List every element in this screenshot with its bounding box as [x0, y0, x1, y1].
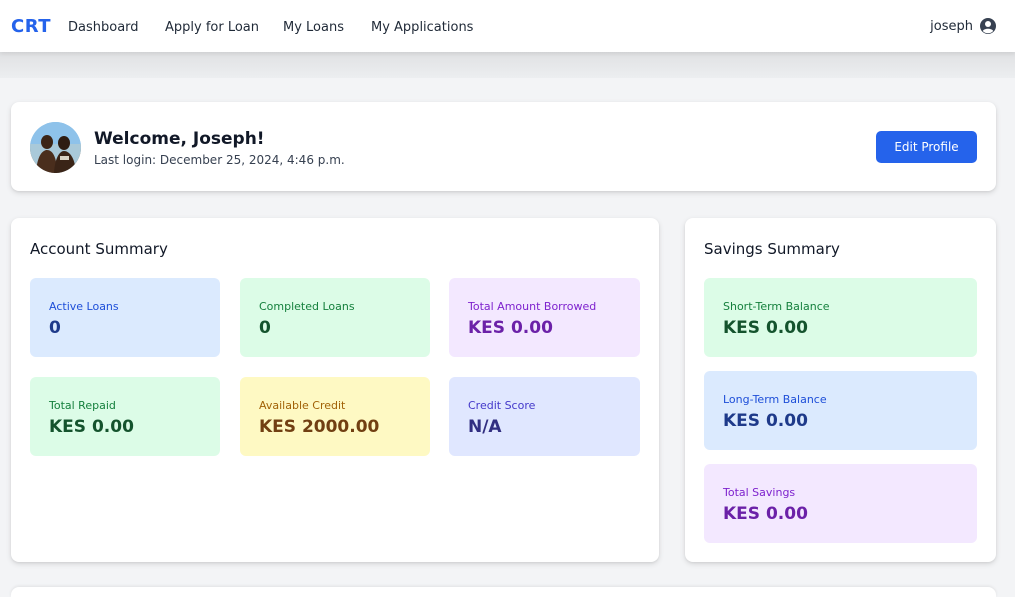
welcome-heading: Welcome, Joseph! [94, 129, 265, 149]
stat-credit-score: Credit Score N/A [449, 377, 640, 456]
stat-short-term-balance: Short-Term Balance KES 0.00 [704, 278, 977, 357]
user-circle-icon [979, 17, 997, 35]
stat-value: N/A [468, 417, 502, 437]
stat-label: Total Repaid [49, 399, 116, 412]
header-band [0, 52, 1015, 78]
stat-value: KES 0.00 [723, 318, 808, 338]
savings-summary-card: Savings Summary Short-Term Balance KES 0… [685, 218, 996, 562]
edit-profile-button[interactable]: Edit Profile [876, 131, 977, 163]
stat-active-loans: Active Loans 0 [30, 278, 220, 357]
account-summary-title: Account Summary [30, 240, 168, 258]
stat-completed-loans: Completed Loans 0 [240, 278, 430, 357]
nav-link-apply-for-loan[interactable]: Apply for Loan [165, 20, 259, 35]
stat-total-savings: Total Savings KES 0.00 [704, 464, 977, 543]
stat-label: Total Savings [723, 486, 796, 499]
stat-value: KES 2000.00 [259, 417, 380, 437]
nav-link-dashboard[interactable]: Dashboard [68, 20, 139, 35]
next-section-card [11, 587, 996, 597]
stat-value: KES 0.00 [723, 411, 808, 431]
stat-label: Short-Term Balance [723, 300, 830, 313]
last-login-text: Last login: December 25, 2024, 4:46 p.m. [94, 153, 345, 167]
nav-link-my-applications[interactable]: My Applications [371, 20, 473, 35]
user-menu[interactable]: joseph [930, 15, 997, 37]
stat-label: Completed Loans [259, 300, 355, 313]
stat-label: Long-Term Balance [723, 393, 827, 406]
stat-label: Active Loans [49, 300, 119, 313]
nav-link-my-loans[interactable]: My Loans [283, 20, 344, 35]
stat-value: 0 [49, 318, 61, 338]
avatar [30, 122, 81, 173]
brand-logo[interactable]: CRT [11, 16, 51, 37]
stat-long-term-balance: Long-Term Balance KES 0.00 [704, 371, 977, 450]
welcome-card: Welcome, Joseph! Last login: December 25… [11, 102, 996, 191]
top-navbar: CRT Dashboard Apply for Loan My Loans My… [0, 0, 1015, 52]
stat-value: KES 0.00 [723, 504, 808, 524]
stat-total-amount-borrowed: Total Amount Borrowed KES 0.00 [449, 278, 640, 357]
stat-value: KES 0.00 [468, 318, 553, 338]
stat-available-credit: Available Credit KES 2000.00 [240, 377, 430, 456]
account-summary-card: Account Summary Active Loans 0 Completed… [11, 218, 659, 562]
savings-summary-title: Savings Summary [704, 240, 840, 258]
stat-label: Total Amount Borrowed [468, 300, 597, 313]
stat-total-repaid: Total Repaid KES 0.00 [30, 377, 220, 456]
stat-value: 0 [259, 318, 271, 338]
stat-label: Available Credit [259, 399, 346, 412]
stat-value: KES 0.00 [49, 417, 134, 437]
stat-label: Credit Score [468, 399, 536, 412]
username-label: joseph [930, 18, 973, 34]
